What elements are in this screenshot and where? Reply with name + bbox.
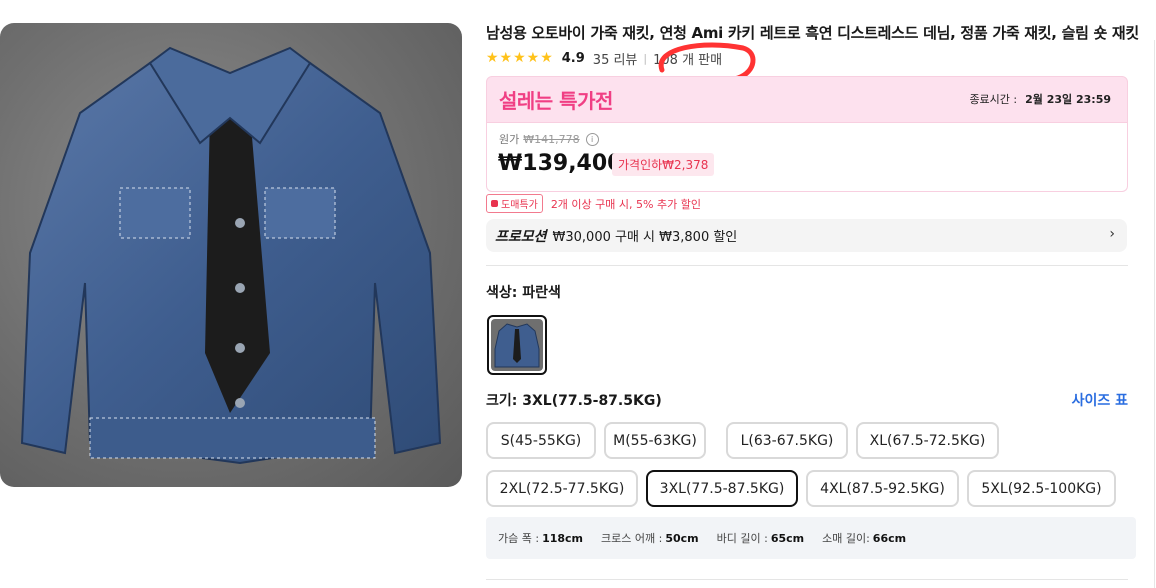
rating-stars-icon: ★★★★★ <box>486 50 554 66</box>
size-option-m[interactable]: M(55-63KG) <box>604 422 706 459</box>
swatch-jacket-icon <box>494 323 540 368</box>
swatch-thumbnail <box>491 319 543 371</box>
reviews-link[interactable]: 35 리뷰 <box>593 49 638 68</box>
size-label: 크기: 3XL(77.5-87.5KG) <box>486 393 662 409</box>
original-price-value: ₩141,778 <box>523 132 580 146</box>
deal-end-time: 종료시간 : 2월 23일 23:59 <box>969 91 1111 107</box>
page-edge-divider <box>1154 40 1155 588</box>
rating-separator: | <box>643 51 648 65</box>
wholesale-tag: 도매특가 <box>486 194 543 213</box>
promotion-bar[interactable]: 프로모션 ₩30,000 구매 시 ₩3,800 할인 › <box>486 219 1127 252</box>
measure-chest: 가슴 폭 :118cm <box>498 530 583 546</box>
size-option-4xl[interactable]: 4XL(87.5-92.5KG) <box>806 470 959 507</box>
measure-shoulder: 크로스 어깨 :50cm <box>601 530 699 546</box>
measure-chest-label: 가슴 폭 : <box>498 532 540 545</box>
promotion-text: ₩30,000 구매 시 ₩3,800 할인 <box>552 230 738 245</box>
deal-title: 설레는 특가전 <box>499 89 613 113</box>
size-chart-link[interactable]: 사이즈 표 <box>1072 390 1128 410</box>
product-image[interactable] <box>0 23 462 487</box>
color-label: 색상: 파란색 <box>486 285 561 301</box>
wholesale-text: 2개 이상 구매 시, 5% 추가 할인 <box>550 197 701 211</box>
product-title: 남성용 오토바이 가죽 재킷, 연청 Ami 카키 레트로 흑연 디스트레스드 … <box>486 24 1139 42</box>
size-option-5xl[interactable]: 5XL(92.5-100KG) <box>967 470 1116 507</box>
bottom-divider <box>486 579 1128 580</box>
promotion-label: 프로모션 <box>495 228 547 245</box>
measure-sleeve: 소매 길이: 66cm <box>822 530 906 546</box>
discount-badge: 가격인하₩2,378 <box>612 153 715 176</box>
measure-sleeve-label: 소매 길이: <box>822 532 870 545</box>
original-price-label: 원가 <box>499 133 520 146</box>
measurements-box: 가슴 폭 :118cm 크로스 어깨 :50cm 바디 길이 :65cm 소매 … <box>486 517 1136 559</box>
wholesale-tag-label: 도매특가 <box>501 200 538 211</box>
measure-sleeve-value: 66cm <box>872 532 907 545</box>
chevron-right-icon: › <box>1109 226 1115 242</box>
current-price: ₩139,400 <box>498 151 623 176</box>
size-option-s[interactable]: S(45-55KG) <box>486 422 596 459</box>
measure-shoulder-label: 크로스 어깨 : <box>601 532 663 545</box>
size-option-l[interactable]: L(63-67.5KG) <box>726 422 848 459</box>
jacket-illustration <box>20 46 442 465</box>
size-option-3xl[interactable]: 3XL(77.5-87.5KG) <box>646 470 798 507</box>
color-swatch-blue[interactable] <box>487 315 547 375</box>
size-option-xl[interactable]: XL(67.5-72.5KG) <box>856 422 999 459</box>
measure-body-label: 바디 길이 : <box>716 532 768 545</box>
wholesale-row: 도매특가 2개 이상 구매 시, 5% 추가 할인 <box>486 194 701 213</box>
rating-score: 4.9 <box>561 50 585 66</box>
measure-shoulder-value: 50cm <box>665 532 699 545</box>
original-price-row: 원가 ₩141,778 i <box>499 131 599 147</box>
measure-chest-value: 118cm <box>542 532 584 545</box>
deal-end-value: 2월 23일 23:59 <box>1025 93 1111 106</box>
measure-body-length: 바디 길이 :65cm <box>717 530 804 546</box>
deal-banner: 설레는 특가전 종료시간 : 2월 23일 23:59 <box>486 76 1128 123</box>
section-divider <box>486 265 1128 266</box>
info-icon[interactable]: i <box>585 132 599 146</box>
tag-icon <box>491 200 498 207</box>
product-detail-panel: 남성용 오토바이 가죽 재킷, 연청 Ami 카키 레트로 흑연 디스트레스드 … <box>486 0 1139 588</box>
price-box: 원가 ₩141,778 i ₩139,400 가격인하₩2,378 <box>486 121 1128 192</box>
measure-body-value: 65cm <box>770 532 805 545</box>
deal-end-label: 종료시간 : <box>969 93 1018 106</box>
size-option-2xl[interactable]: 2XL(72.5-77.5KG) <box>486 470 638 507</box>
